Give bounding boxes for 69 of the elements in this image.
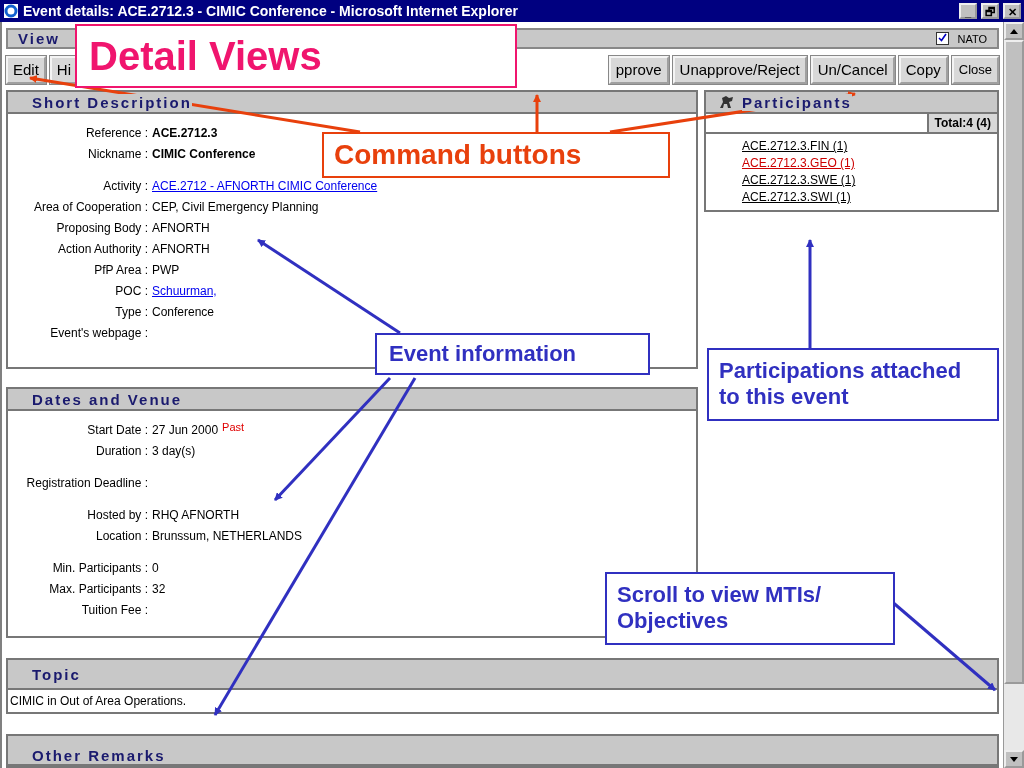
participant-link[interactable]: ACE.2712.3.SWE (1) (742, 172, 856, 189)
checkbox-label: NATO (957, 32, 987, 45)
callout-label: Event information (375, 333, 650, 376)
participant-link[interactable]: ACE.2712.3.GEO (1) (742, 155, 855, 172)
topic-text: CIMIC in Out of Area Operations. (9, 693, 188, 710)
field-label: Proposing Body : (55, 220, 149, 235)
field-value: CIMIC Conference (152, 146, 256, 161)
participant-link[interactable]: ACE.2712.3.FIN (1) (742, 138, 848, 155)
panel-title: Short Description (32, 93, 192, 111)
callout-label: Scroll to view MTIs/ Objectives (605, 572, 895, 645)
field-label: Reference : (84, 125, 149, 140)
panel-title: Participants (742, 93, 852, 111)
field-link[interactable]: ACE.2712 - AFNORTH CIMIC Conference (152, 178, 378, 193)
scrollbar[interactable] (1003, 22, 1024, 768)
field-label: Tuition Fee : (80, 602, 149, 617)
window-control[interactable]: 🗗 (981, 3, 999, 19)
field-label: Type : (114, 304, 149, 319)
field-label: Hosted by : (86, 507, 149, 522)
scroll-thumb[interactable] (1004, 40, 1024, 684)
callout-label: Detail Views (75, 24, 517, 88)
field-value: 0 (152, 560, 159, 575)
window-title: Event details: ACE.2712.3 - CIMIC Conference - Microsoft Internet Explorer (23, 3, 520, 19)
down-arrow-icon (1010, 756, 1018, 762)
command-button[interactable]: Unapprove/Reject (672, 55, 807, 84)
field-value: CEP, Civil Emergency Planning (152, 199, 319, 214)
browser-icon (3, 3, 19, 19)
field-value: Brunssum, NETHERLANDS (152, 528, 303, 543)
field-label: Duration : (94, 443, 149, 458)
field-value: 27 Jun 2000 (152, 422, 219, 437)
field-value: 3 day(s) (152, 443, 196, 458)
participant-link[interactable]: ACE.2712.3.SWI (1) (742, 189, 851, 206)
field-label: Nickname : (86, 146, 149, 161)
field-value: RHQ AFNORTH (152, 507, 240, 522)
field-label: Max. Participants : (48, 581, 149, 596)
command-button[interactable]: Edit (6, 55, 46, 84)
total-count: Total:4 (4) (926, 114, 997, 132)
field-label: Location : (94, 528, 149, 543)
field-label: Event's webpage : (49, 325, 149, 340)
field-value: AFNORTH (152, 241, 210, 256)
field-label: POC : (114, 283, 149, 298)
status-note: Past (222, 421, 245, 433)
callout-label: Participations attached to this event (707, 348, 999, 421)
window-control[interactable]: _ (959, 3, 977, 19)
nato-checkbox[interactable] (936, 32, 950, 46)
field-value: ACE.2712.3 (152, 125, 218, 140)
field-label: Min. Participants : (51, 560, 149, 575)
up-arrow-icon (1010, 28, 1018, 34)
field-label: Start Date : (86, 422, 149, 437)
field-value: 32 (152, 581, 166, 596)
command-button[interactable]: Copy (898, 55, 948, 84)
field-label: Action Authority : (56, 241, 149, 256)
scroll-up-button[interactable] (1004, 22, 1024, 40)
field-link[interactable]: Schuurman, (152, 283, 217, 298)
field-value: Conference (152, 304, 215, 319)
field-value: AFNORTH (152, 220, 210, 235)
command-button[interactable]: Close (951, 55, 999, 84)
horse-rider-icon (718, 94, 736, 110)
scroll-down-button[interactable] (1004, 750, 1024, 768)
callout-label: Command buttons (322, 132, 670, 178)
panel-title: Other Remarks (32, 747, 166, 764)
window-control[interactable]: ✕ (1003, 3, 1021, 19)
command-button[interactable]: Un/Cancel (810, 55, 895, 84)
field-label: PfP Area : (93, 262, 149, 277)
field-label: Registration Deadline : (25, 475, 149, 490)
callout-arrow (533, 94, 541, 132)
command-button[interactable]: pprove (608, 55, 669, 84)
field-value: PWP (152, 262, 180, 277)
field-label: Area of Cooperation : (32, 199, 149, 214)
field-label: Activity : (102, 178, 149, 193)
